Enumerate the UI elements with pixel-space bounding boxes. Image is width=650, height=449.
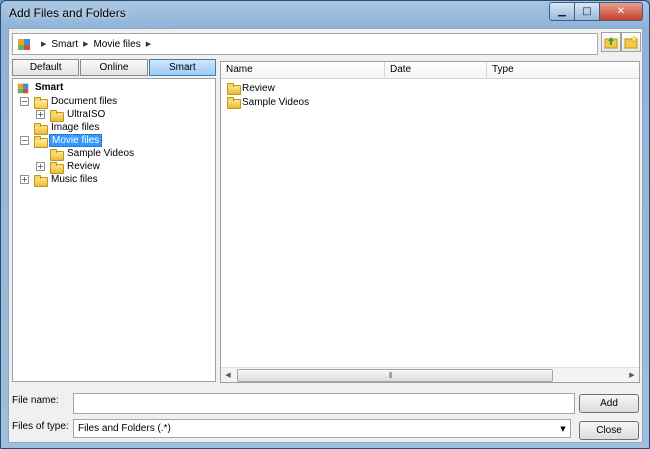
list-item[interactable]: Sample Videos xyxy=(226,95,309,109)
chevron-right-icon[interactable]: ▶ xyxy=(146,40,151,48)
tree-item-label: Review xyxy=(67,161,100,172)
file-list: Name Date Type Review Sample Videos ◀ ⦀ … xyxy=(220,61,640,383)
grip-icon: ⦀ xyxy=(389,371,393,380)
tree-item-sample-videos[interactable]: Sample Videos xyxy=(36,147,136,161)
left-pane: Default Online Smart Smart − Document fi… xyxy=(12,59,216,382)
scroll-left-icon[interactable]: ◀ xyxy=(221,368,235,382)
folder-icon xyxy=(49,161,64,174)
new-folder-button[interactable] xyxy=(621,32,641,52)
tree-item-music-files[interactable]: + Music files xyxy=(20,173,100,187)
source-tabs: Default Online Smart xyxy=(12,59,216,76)
add-button[interactable]: Add xyxy=(579,394,639,413)
file-name-input[interactable] xyxy=(73,393,575,414)
minimize-button[interactable]: ▁ xyxy=(549,2,575,21)
expand-icon[interactable]: + xyxy=(36,162,45,171)
folder-icon xyxy=(226,96,241,109)
tree-item-ultraiso[interactable]: + UltraISO xyxy=(36,108,107,122)
files-of-type-select[interactable]: Files and Folders (.*) ▼ xyxy=(73,419,571,438)
column-header-date[interactable]: Date xyxy=(385,62,487,78)
files-of-type-value: Files and Folders (.*) xyxy=(78,423,171,434)
folder-icon xyxy=(226,82,241,95)
folder-icon xyxy=(33,135,48,148)
list-item-label: Sample Videos xyxy=(242,96,310,108)
folder-icon xyxy=(49,109,64,122)
tree-root[interactable]: Smart xyxy=(16,81,65,94)
folder-icon xyxy=(33,174,48,187)
column-header-name[interactable]: Name xyxy=(221,62,385,78)
tree-item-label: Sample Videos xyxy=(67,148,135,159)
dialog-body: ▶ Smart ▶ Movie files ▶ Default Online S… xyxy=(8,28,643,443)
maximize-button[interactable]: □ xyxy=(575,2,600,21)
window-controls: ▁ □ ✕ xyxy=(549,2,643,21)
column-headers: Name Date Type xyxy=(221,62,639,79)
tree-item-label: Movie files xyxy=(49,134,103,147)
folder-icon xyxy=(49,148,64,161)
minimize-icon: ▁ xyxy=(558,6,566,17)
folder-tree: Smart − Document files + UltraISO Image … xyxy=(12,78,216,382)
tree-item-review[interactable]: + Review xyxy=(36,160,102,174)
up-folder-button[interactable] xyxy=(601,32,621,52)
title-bar[interactable]: Add Files and Folders Software & Downloa… xyxy=(1,1,649,44)
add-files-dialog: Add Files and Folders Software & Downloa… xyxy=(0,0,650,449)
close-window-button[interactable]: ✕ xyxy=(600,2,643,21)
list-item-label: Review xyxy=(242,82,275,94)
tab-online[interactable]: Online xyxy=(80,59,148,76)
watermark-sub: Software & Downloads xyxy=(109,7,180,14)
close-icon: ✕ xyxy=(616,6,626,17)
tab-default[interactable]: Default xyxy=(12,59,80,76)
tree-item-label: UltraISO xyxy=(67,109,106,120)
folder-icon xyxy=(33,96,48,109)
close-button[interactable]: Close xyxy=(579,421,639,440)
column-header-type[interactable]: Type xyxy=(487,62,636,78)
chevron-right-icon[interactable]: ▶ xyxy=(41,40,46,48)
files-of-type-label: Files of type: xyxy=(12,421,69,432)
new-folder-icon xyxy=(624,35,638,49)
chevron-right-icon[interactable]: ▶ xyxy=(83,40,88,48)
tree-item-label: Document files xyxy=(51,96,118,107)
smart-home-icon[interactable] xyxy=(16,36,32,52)
tree-item-movie-files[interactable]: − Movie files xyxy=(20,134,103,148)
chevron-down-icon[interactable]: ▼ xyxy=(556,421,570,436)
breadcrumb-item-movie-files[interactable]: Movie files xyxy=(93,39,140,50)
folder-icon xyxy=(33,122,48,135)
horizontal-scrollbar[interactable]: ◀ ⦀ ▶ xyxy=(221,367,639,382)
expand-icon[interactable]: + xyxy=(36,110,45,119)
tab-smart[interactable]: Smart xyxy=(148,59,216,76)
file-name-label: File name: xyxy=(12,395,59,406)
breadcrumb[interactable]: ▶ Smart ▶ Movie files ▶ xyxy=(12,33,598,55)
scroll-right-icon[interactable]: ▶ xyxy=(625,368,639,382)
folder-up-icon xyxy=(604,37,618,49)
collapse-icon[interactable]: − xyxy=(20,97,29,106)
tree-root-label: Smart xyxy=(35,82,64,93)
breadcrumb-item-smart[interactable]: Smart xyxy=(51,39,78,50)
tree-item-label: Music files xyxy=(51,174,98,185)
collapse-icon[interactable]: − xyxy=(20,136,29,145)
tree-item-label: Image files xyxy=(51,122,100,133)
tree-item-image-files[interactable]: Image files xyxy=(20,121,101,135)
scrollbar-thumb[interactable]: ⦀ xyxy=(237,369,553,382)
maximize-icon: □ xyxy=(582,6,592,17)
tree-item-document-files[interactable]: − Document files xyxy=(20,95,119,109)
expand-icon[interactable]: + xyxy=(20,175,29,184)
list-item[interactable]: Review xyxy=(226,81,275,95)
smart-root-icon xyxy=(16,81,30,95)
